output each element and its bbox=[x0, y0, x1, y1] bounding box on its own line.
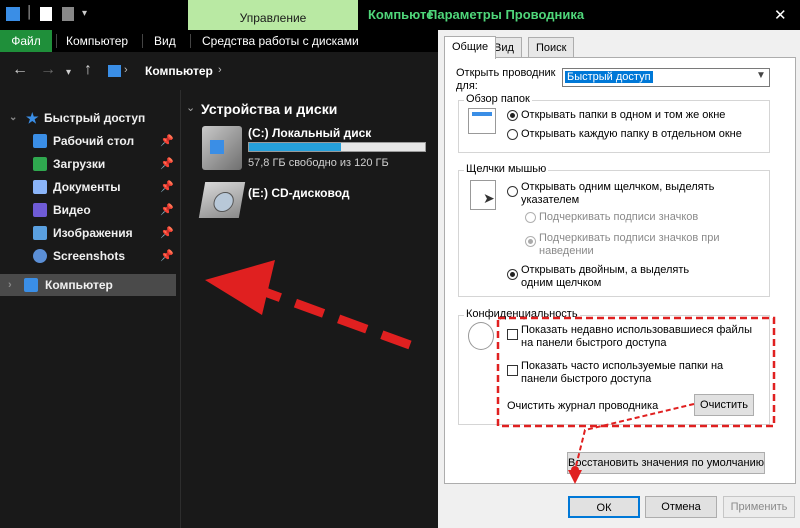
annotation-arrow-shaft bbox=[263, 287, 412, 350]
tab-general[interactable]: Общие bbox=[444, 36, 497, 59]
annotation-highlight-box bbox=[496, 316, 776, 428]
annotation-dot bbox=[571, 466, 579, 474]
annotation-connector bbox=[574, 403, 695, 471]
annotation-arrow-head bbox=[205, 260, 275, 315]
annotation-overlay bbox=[205, 260, 776, 484]
